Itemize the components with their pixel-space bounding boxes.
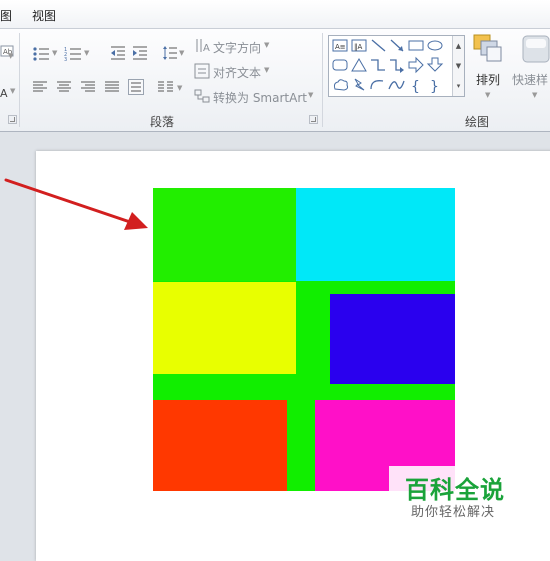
arc-icon[interactable] (370, 80, 384, 90)
tab-view[interactable]: 视图 (32, 7, 56, 24)
ribbon-tab-bar: 图 视图 (0, 0, 550, 28)
decrease-indent-icon[interactable] (110, 45, 126, 61)
align-text-icon[interactable] (194, 63, 210, 79)
rounded-rectangle-icon[interactable] (332, 59, 348, 71)
text-direction-icon[interactable]: A (194, 38, 210, 54)
chevron-down-icon: ▼ (10, 87, 16, 95)
svg-text:}: } (430, 79, 439, 95)
chevron-down-icon: ▼ (52, 49, 58, 57)
align-left-icon[interactable] (33, 81, 47, 93)
arrange-icon[interactable] (472, 33, 504, 65)
align-center-icon[interactable] (57, 81, 71, 93)
chevron-down-icon: ▼ (485, 91, 491, 99)
line-icon[interactable] (371, 39, 386, 52)
right-arrow-icon[interactable] (408, 56, 424, 74)
tab-partial[interactable]: 图 (0, 7, 12, 24)
elbow-connector-icon[interactable] (371, 59, 385, 71)
block-mid-right-blue (330, 294, 455, 384)
vertical-text-box-icon[interactable]: ‖A (351, 39, 367, 52)
red-arrow-annotation (4, 178, 148, 230)
align-text-label[interactable]: 对齐文本 (213, 64, 261, 81)
arrange-label[interactable]: 排列 (476, 71, 500, 88)
numbering-icon[interactable]: 123 (64, 45, 82, 61)
convert-smartart-label[interactable]: 转换为 SmartArt (213, 89, 307, 106)
svg-text:‖A: ‖A (354, 43, 363, 51)
chevron-down-icon: ▼ (264, 41, 270, 49)
cloud-callout-icon[interactable] (333, 79, 349, 91)
watermark-subtitle: 助你轻松解决 (411, 505, 496, 520)
chevron-down-icon: ▼ (264, 66, 270, 74)
chevron-down-icon: ▼ (179, 49, 185, 57)
increase-indent-icon[interactable] (132, 45, 148, 61)
columns-icon[interactable] (158, 81, 174, 93)
block-top-left-green (153, 188, 296, 281)
chevron-down-icon: ▼ (532, 91, 538, 99)
svg-text:A≡: A≡ (335, 43, 346, 51)
svg-text:A: A (0, 87, 8, 100)
watermark-logo: 百科全说 助你轻松解决 (389, 466, 529, 524)
chevron-down-icon: ▼ (8, 52, 14, 60)
gallery-scroll-down[interactable]: ▼ (452, 56, 464, 76)
svg-text:3: 3 (64, 57, 67, 61)
justify-icon[interactable] (105, 81, 119, 93)
align-right-icon[interactable] (81, 81, 95, 93)
quick-styles-label[interactable]: 快速样 (512, 71, 548, 88)
smartart-icon[interactable] (194, 88, 210, 104)
down-arrow-icon[interactable] (426, 57, 444, 72)
curve-icon[interactable] (388, 80, 405, 90)
bullets-icon[interactable] (32, 45, 50, 61)
rectangle-icon[interactable] (408, 40, 424, 51)
quick-styles-icon[interactable] (520, 33, 550, 65)
chevron-down-icon: ▼ (84, 49, 90, 57)
triangle-icon[interactable] (351, 58, 367, 72)
elbow-arrow-connector-icon[interactable] (390, 59, 404, 73)
gallery-scroll-up[interactable]: ▲ (452, 36, 464, 56)
oval-icon[interactable] (427, 40, 443, 51)
svg-text:A: A (203, 43, 210, 54)
text-box-icon[interactable]: A≡ (332, 39, 348, 52)
block-mid-left-yellow (153, 282, 296, 374)
text-direction-label[interactable]: 文字方向 (213, 39, 261, 56)
paragraph-group-label: 段落 (150, 115, 175, 129)
chevron-down-icon: ▼ (177, 84, 183, 92)
block-top-right-cyan (296, 188, 455, 281)
group-separator (19, 33, 20, 127)
watermark-title: 百科全说 (405, 476, 505, 504)
chevron-down-icon: ▼ (308, 91, 314, 99)
font-dialog-launcher[interactable] (8, 115, 17, 124)
block-bottom-left-red (153, 400, 287, 491)
gallery-more-button[interactable]: ▾ (452, 76, 464, 96)
lightning-icon[interactable] (354, 78, 365, 91)
shape-gallery: A≡ ‖A { } ▲ ▼ ▾ (328, 35, 465, 97)
left-brace-icon[interactable]: { (411, 79, 420, 95)
line-spacing-icon[interactable] (162, 45, 178, 61)
paragraph-dialog-launcher[interactable] (309, 115, 318, 124)
distributed-icon[interactable] (128, 79, 144, 95)
color-block-image[interactable] (153, 188, 455, 491)
svg-text:{: { (411, 79, 420, 95)
arrow-line-icon[interactable] (390, 39, 404, 52)
ribbon: Ab ▼ A ▼ ▼ 123 ▼ ▼ A 文字方向 ▼ 对齐文本 ▼ ▼ 转换为… (0, 28, 550, 132)
right-brace-icon[interactable]: } (430, 79, 439, 95)
group-separator (322, 33, 323, 127)
drawing-group-label: 绘图 (465, 115, 490, 129)
